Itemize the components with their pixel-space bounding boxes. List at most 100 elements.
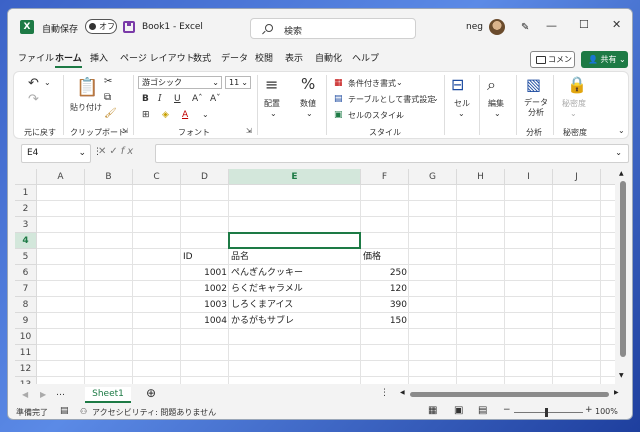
search-box[interactable]: 検索 [250,18,416,39]
cell-i4[interactable] [505,233,553,249]
cell-i10[interactable] [505,329,553,345]
cell-j7[interactable] [553,281,601,297]
cell-f10[interactable] [361,329,409,345]
column-header-c[interactable]: C [133,169,181,185]
analyze-data-icon[interactable]: ▧ [526,75,541,94]
cell-i2[interactable] [505,201,553,217]
cell-k7[interactable] [601,281,615,297]
cell-f3[interactable] [361,217,409,233]
chevron-down-icon[interactable]: ⌄ [432,94,439,103]
cell-b13[interactable] [85,377,133,384]
edit-label[interactable]: 編集 [488,98,504,109]
cell-d2[interactable] [181,201,229,217]
cell-k4[interactable] [601,233,615,249]
cell-c12[interactable] [133,361,181,377]
paste-icon[interactable]: 📋 [76,77,98,98]
cell-j5[interactable] [553,249,601,265]
column-header-i[interactable]: I [505,169,553,185]
cell-g5[interactable] [409,249,457,265]
cell-j4[interactable] [553,233,601,249]
paste-label[interactable]: 貼り付け [70,102,102,113]
tab-page-layout[interactable]: ページ レイアウト [120,51,195,64]
cell-a4[interactable] [37,233,85,249]
horizontal-scroll-thumb[interactable] [410,392,609,397]
cell-g9[interactable] [409,313,457,329]
percent-icon[interactable]: % [301,75,315,93]
column-header-d[interactable]: D [181,169,229,185]
vertical-scroll-thumb[interactable] [620,181,626,357]
column-header-e[interactable]: E [229,169,361,185]
cell-h7[interactable] [457,281,505,297]
cell-h3[interactable] [457,217,505,233]
cell-k3[interactable] [601,217,615,233]
column-header-g[interactable]: G [409,169,457,185]
cell-h2[interactable] [457,201,505,217]
bold-icon[interactable]: B [142,94,149,104]
cell-i3[interactable] [505,217,553,233]
name-box[interactable]: E4 ⌄ [21,144,91,163]
row-header-9[interactable]: 9 [15,313,37,329]
save-icon[interactable] [123,21,135,33]
italic-icon[interactable]: I [158,94,162,104]
ribbon-collapse-icon[interactable]: ⌄ [618,126,625,135]
cell-a7[interactable] [37,281,85,297]
cell-b4[interactable] [85,233,133,249]
more-font-icon[interactable]: ⌄ [202,110,209,119]
tab-split-handle[interactable]: ⋮ [380,388,389,398]
cell-h1[interactable] [457,185,505,201]
conditional-format-button[interactable]: 条件付き書式 [348,78,396,89]
format-table-icon[interactable]: ▤ [334,94,343,104]
cell-d3[interactable] [181,217,229,233]
redo-icon[interactable]: ↷ [28,92,39,107]
avatar[interactable] [489,19,505,35]
cells-icon[interactable]: ⊟ [451,75,464,94]
cell-g4[interactable] [409,233,457,249]
column-header-j[interactable]: J [553,169,601,185]
cell-b12[interactable] [85,361,133,377]
font-launcher-icon[interactable]: ⇲ [246,127,252,135]
cell-c7[interactable] [133,281,181,297]
cell-k9[interactable] [601,313,615,329]
sensitivity-dropdown-icon[interactable]: ⌄ [570,109,577,118]
cell-j13[interactable] [553,377,601,384]
next-sheet-icon[interactable]: ▶ [40,390,46,399]
cell-a6[interactable] [37,265,85,281]
cell-g10[interactable] [409,329,457,345]
row-header-2[interactable]: 2 [15,201,37,217]
cell-b9[interactable] [85,313,133,329]
row-header-8[interactable]: 8 [15,297,37,313]
cell-g12[interactable] [409,361,457,377]
macro-record-icon[interactable]: ▤ [60,406,69,416]
cell-f11[interactable] [361,345,409,361]
cell-a11[interactable] [37,345,85,361]
horizontal-scrollbar[interactable]: ◀ ▶ [398,389,626,398]
row-header-10[interactable]: 10 [15,329,37,345]
insert-function-icon[interactable]: fx [121,146,136,157]
undo-icon[interactable]: ↶ [28,76,39,91]
cell-k12[interactable] [601,361,615,377]
underline-icon[interactable]: U [174,94,181,104]
scroll-down-icon[interactable]: ▼ [619,372,624,379]
normal-view-icon[interactable]: ▦ [428,405,437,416]
cell-h13[interactable] [457,377,505,384]
cell-f4[interactable] [361,233,409,249]
page-layout-view-icon[interactable]: ▣ [454,405,463,416]
cell-b5[interactable] [85,249,133,265]
cell-h8[interactable] [457,297,505,313]
alignment-icon[interactable]: ≡ [265,75,278,94]
chevron-down-icon[interactable]: ⌄ [395,110,402,119]
column-header-a[interactable]: A [37,169,85,185]
cell-g8[interactable] [409,297,457,313]
cell-d13[interactable] [181,377,229,384]
alignment-dropdown-icon[interactable]: ⌄ [270,109,277,118]
row-header-1[interactable]: 1 [15,185,37,201]
scroll-left-icon[interactable]: ◀ [400,389,405,396]
row-header-11[interactable]: 11 [15,345,37,361]
cell-j2[interactable] [553,201,601,217]
cell-d1[interactable] [181,185,229,201]
undo-dropdown-icon[interactable]: ⌄ [44,78,51,87]
cell-b10[interactable] [85,329,133,345]
cell-g11[interactable] [409,345,457,361]
row-header-13[interactable]: 13 [15,377,37,384]
cell-b3[interactable] [85,217,133,233]
